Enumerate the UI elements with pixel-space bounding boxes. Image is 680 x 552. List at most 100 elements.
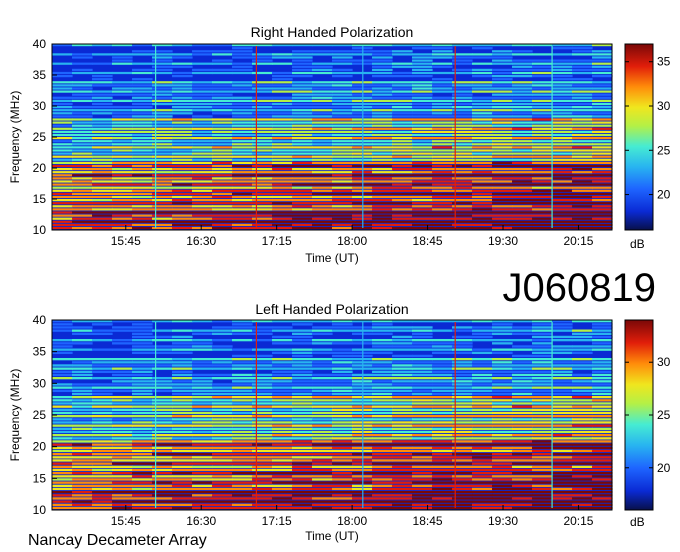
spectrogram-cell bbox=[552, 421, 573, 424]
spectrogram-cell bbox=[432, 146, 453, 149]
spectrogram-cell bbox=[112, 217, 133, 220]
spectrogram-cell bbox=[472, 140, 493, 143]
spectrogram-cell bbox=[312, 137, 333, 140]
spectrogram-cell bbox=[72, 93, 93, 96]
spectrogram-cell bbox=[332, 427, 353, 430]
spectrogram-cell bbox=[172, 329, 193, 332]
spectrogram-cell bbox=[592, 208, 613, 211]
spectrogram-cell bbox=[552, 177, 573, 180]
spectrogram-cell bbox=[92, 449, 113, 453]
spectrogram-cell bbox=[512, 75, 533, 78]
spectrogram-cell bbox=[252, 202, 273, 205]
spectrogram-cell bbox=[332, 199, 353, 202]
spectrogram-cell bbox=[172, 475, 193, 478]
spectrogram-cell bbox=[492, 205, 513, 208]
spectrogram-cell bbox=[572, 459, 593, 462]
spectrogram-cell bbox=[272, 418, 293, 421]
spectrogram-cell bbox=[392, 462, 413, 465]
spectrogram-cell bbox=[432, 62, 453, 65]
spectrogram-cell bbox=[312, 223, 333, 226]
spectrogram-cell bbox=[512, 405, 533, 408]
spectrogram-cell bbox=[552, 186, 573, 189]
spectrogram-cell bbox=[372, 121, 393, 124]
spectrogram-cell bbox=[392, 459, 413, 462]
spectrogram-cell bbox=[432, 211, 453, 214]
spectrogram-cell bbox=[372, 443, 393, 446]
spectrogram-cell bbox=[552, 440, 573, 443]
spectrogram-cell bbox=[212, 424, 233, 427]
spectrogram-cell bbox=[552, 323, 573, 326]
spectrogram-cell bbox=[372, 367, 393, 370]
spectrogram-cell bbox=[392, 124, 413, 127]
spectrogram-cell bbox=[552, 453, 573, 456]
spectrogram-cell bbox=[312, 459, 333, 462]
spectrogram-cell bbox=[92, 140, 113, 143]
spectrogram-cell bbox=[572, 475, 593, 478]
spectrogram-cell bbox=[72, 494, 93, 497]
spectrogram-cell bbox=[272, 364, 293, 367]
spectrogram-cell bbox=[72, 421, 93, 424]
spectrogram-cell bbox=[132, 491, 153, 494]
spectrogram-cell bbox=[132, 332, 153, 335]
spectrogram-cell bbox=[72, 459, 93, 462]
spectrogram-cell bbox=[132, 214, 153, 217]
spectrogram-cell bbox=[572, 364, 593, 367]
spectrogram-cell bbox=[432, 155, 453, 158]
spectrogram-cell bbox=[592, 75, 613, 78]
spectrogram-cell bbox=[172, 456, 193, 459]
spectrogram-cell bbox=[552, 437, 573, 440]
spectrogram-cell bbox=[512, 487, 533, 491]
spectrogram-cell bbox=[492, 487, 513, 491]
spectrogram-cell bbox=[492, 53, 513, 56]
spectrogram-cell bbox=[552, 217, 573, 220]
spectrogram-cell bbox=[512, 481, 533, 484]
spectrogram-cell bbox=[72, 446, 93, 449]
spectrogram-cell bbox=[112, 143, 133, 146]
spectrogram-cell bbox=[392, 421, 413, 424]
spectrogram-cell bbox=[432, 53, 453, 56]
spectrogram-cell bbox=[272, 146, 293, 149]
spectrogram-cell bbox=[292, 487, 313, 491]
spectrogram-cell bbox=[472, 186, 493, 189]
spectrogram-cell bbox=[572, 214, 593, 217]
spectrogram-cell bbox=[572, 226, 593, 230]
spectrogram-cell bbox=[432, 195, 453, 199]
spectrogram-cell bbox=[172, 87, 193, 90]
spectrogram-cell bbox=[252, 62, 273, 65]
spectrogram-cell bbox=[512, 465, 533, 468]
spectrogram-cell bbox=[472, 81, 493, 84]
spectrogram-cell bbox=[592, 133, 613, 137]
spectrogram-cell bbox=[272, 140, 293, 143]
spectrogram-cell bbox=[72, 503, 93, 506]
spectrogram-cell bbox=[112, 124, 133, 127]
spectrogram-cell bbox=[72, 484, 93, 487]
spectrogram-cell bbox=[592, 430, 613, 434]
spectrogram-cell bbox=[172, 90, 193, 93]
spectrogram-cell bbox=[532, 118, 553, 121]
spectrogram-cell bbox=[412, 56, 433, 59]
spectrogram-cell bbox=[432, 186, 453, 189]
spectrogram-cell bbox=[232, 53, 253, 56]
spectrogram-cell bbox=[292, 158, 313, 161]
colorbar-unit: dB bbox=[630, 237, 645, 251]
spectrogram-cell bbox=[552, 345, 573, 348]
spectrogram-cell bbox=[132, 358, 153, 361]
spectrogram-cell bbox=[92, 491, 113, 494]
spectrogram-cell bbox=[532, 199, 553, 202]
spectrogram-cell bbox=[412, 137, 433, 140]
spectrogram-cell bbox=[492, 411, 513, 415]
spectrogram-cell bbox=[552, 478, 573, 481]
spectrogram-cell bbox=[52, 133, 73, 137]
spectrogram-cell bbox=[192, 186, 213, 189]
spectrogram-cell bbox=[572, 402, 593, 405]
spectrogram-cell bbox=[332, 389, 353, 392]
spectrogram-cell bbox=[512, 370, 533, 373]
spectrogram-cell bbox=[572, 453, 593, 456]
spectrogram-cell bbox=[552, 199, 573, 202]
spectrogram-cell bbox=[92, 146, 113, 149]
spectrogram-cell bbox=[392, 500, 413, 503]
spectrogram-cell bbox=[392, 364, 413, 367]
spectrogram-cell bbox=[232, 186, 253, 189]
spectrogram-cell bbox=[372, 143, 393, 146]
spectrogram-cell bbox=[192, 329, 213, 332]
